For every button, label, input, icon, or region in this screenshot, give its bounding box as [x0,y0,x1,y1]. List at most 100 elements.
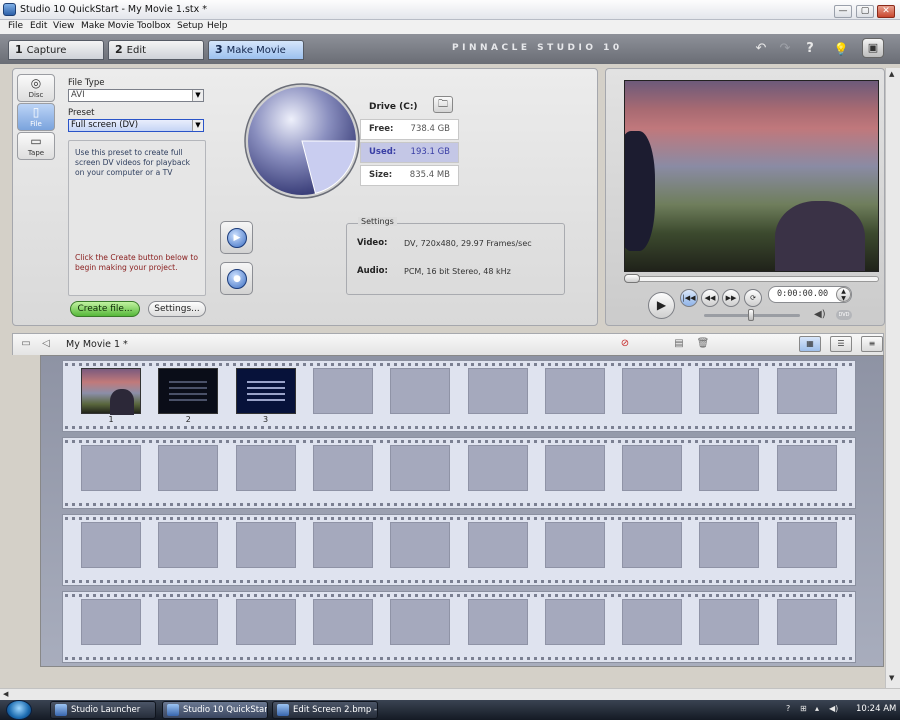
taskbar-item-quickstart[interactable]: Studio 10 QuickStart ... [162,701,268,719]
storyboard-empty-slot[interactable] [622,599,683,645]
storyboard-clip[interactable] [235,368,296,414]
network-tray-icon[interactable]: ⊞ [800,704,807,713]
file-type-select[interactable]: AVI ▼ [68,89,204,102]
go-to-start-icon[interactable]: |◀◀ [680,289,698,307]
output-tab-tape[interactable]: ▭ Tape [17,132,55,160]
scrubber-track[interactable] [624,276,879,282]
storyboard-empty-slot[interactable] [544,522,605,568]
vertical-scrollbar[interactable]: ▲ ▼ [885,68,900,690]
storyboard-empty-slot[interactable] [390,368,451,414]
mute-icon[interactable]: ⊘ [617,337,633,351]
text-view-button[interactable]: ≡ [861,336,883,352]
loop-icon[interactable]: ⟳ [744,289,762,307]
storyboard-empty-slot[interactable] [544,445,605,491]
audio-icon[interactable]: ◁ [38,337,54,351]
scroll-left-icon[interactable]: ◀ [3,690,8,698]
fast-forward-icon[interactable]: ▶▶ [722,289,740,307]
preset-select[interactable]: Full screen (DV) ▼ [68,119,204,132]
horizontal-scrollbar[interactable]: ◀ [0,688,900,700]
play-button[interactable]: ▶ [648,292,675,319]
storyboard-clip[interactable] [158,368,219,414]
scrubber-handle[interactable] [624,274,640,283]
storyboard-empty-slot[interactable] [467,368,528,414]
storyboard-empty-slot[interactable] [312,522,373,568]
storyboard-empty-slot[interactable] [699,599,760,645]
storyboard-empty-slot[interactable] [622,522,683,568]
storyboard-empty-slot[interactable] [312,368,373,414]
storyboard-empty-slot[interactable] [699,368,760,414]
menu-toolbox[interactable]: Toolbox [137,21,171,31]
menu-help[interactable]: Help [207,21,228,31]
chevron-up-icon[interactable]: ▴ [815,704,819,713]
create-file-button[interactable]: Create file... [70,301,140,317]
settings-button[interactable]: Settings... [148,301,206,317]
timeline-view-button[interactable]: ☰ [830,336,852,352]
storyboard-empty-slot[interactable] [312,599,373,645]
storyboard-empty-slot[interactable] [158,599,219,645]
menu-view[interactable]: View [53,21,74,31]
storyboard-empty-slot[interactable] [312,445,373,491]
minimize-button[interactable]: — [834,5,852,18]
tab-edit[interactable]: 2 Edit [108,40,204,60]
storyboard-empty-slot[interactable] [622,445,683,491]
storyboard-empty-slot[interactable] [776,368,837,414]
storyboard-empty-slot[interactable] [390,522,451,568]
storyboard-empty-slot[interactable] [81,522,141,568]
taskbar-item-paint[interactable]: Edit Screen 2.bmp - ... [272,701,378,719]
redo-icon[interactable]: ↷ [776,40,794,58]
taskbar-item-studio-launcher[interactable]: Studio Launcher [50,701,156,719]
storyboard-clip[interactable] [81,368,141,415]
storyboard-empty-slot[interactable] [235,599,296,645]
storyboard-empty-slot[interactable] [235,445,296,491]
play-output-button[interactable]: ▶ [220,221,253,254]
menu-file[interactable]: File [8,21,23,31]
tab-make-movie[interactable]: 3 Make Movie [208,40,304,60]
clip-properties-icon[interactable]: ▤ [671,337,687,351]
volume-handle[interactable] [748,309,754,321]
help-tray-icon[interactable]: ? [786,704,790,713]
storyboard-empty-slot[interactable] [544,599,605,645]
menu-edit[interactable]: Edit [30,21,47,31]
start-button[interactable] [6,700,32,720]
scroll-down-icon[interactable]: ▼ [889,674,894,682]
camera-icon[interactable]: ▭ [18,337,34,351]
maximize-button[interactable]: ▢ [856,5,874,18]
storyboard-empty-slot[interactable] [390,599,451,645]
menu-setup[interactable]: Setup [177,21,203,31]
close-button[interactable]: ✕ [877,5,895,18]
tab-capture[interactable]: 1 Capture [8,40,104,60]
storyboard-empty-slot[interactable] [776,522,837,568]
storyboard-empty-slot[interactable] [467,445,528,491]
storyboard-empty-slot[interactable] [235,522,296,568]
storyboard-empty-slot[interactable] [776,445,837,491]
speaker-icon[interactable]: ◀) [814,309,826,320]
volume-tray-icon[interactable]: ◀) [829,704,838,713]
storyboard-empty-slot[interactable] [81,445,141,491]
storyboard-empty-slot[interactable] [544,368,605,414]
storyboard-empty-slot[interactable] [158,522,219,568]
rewind-icon[interactable]: ◀◀ [701,289,719,307]
storyboard-empty-slot[interactable] [622,368,683,414]
output-tab-disc[interactable]: ◎ Disc [17,74,55,102]
undo-icon[interactable]: ↶ [752,40,770,58]
help-icon[interactable]: ? [801,40,819,58]
dvd-icon[interactable]: DVD [836,310,852,320]
timecode-spinner-icon[interactable]: ▲ ▼ [836,287,851,302]
bulb-icon[interactable]: 💡 [832,40,850,58]
toolbox-icon[interactable]: ▣ [862,38,884,58]
trash-icon[interactable]: 🗑 [695,337,711,351]
storyboard-empty-slot[interactable] [776,599,837,645]
storyboard-empty-slot[interactable] [699,522,760,568]
storyboard-empty-slot[interactable] [158,445,219,491]
storyboard-empty-slot[interactable] [81,599,141,645]
folder-icon[interactable]: 🗀 [433,96,453,113]
storyboard-empty-slot[interactable] [699,445,760,491]
storyboard-empty-slot[interactable] [390,445,451,491]
storyboard-empty-slot[interactable] [467,599,528,645]
menu-make-movie[interactable]: Make Movie [81,21,134,31]
record-output-button[interactable]: ● [220,262,253,295]
storyboard-view-button[interactable]: ▦ [799,336,821,352]
storyboard-empty-slot[interactable] [467,522,528,568]
output-tab-file[interactable]: ▯ File [17,103,55,131]
scroll-up-icon[interactable]: ▲ [889,70,894,78]
